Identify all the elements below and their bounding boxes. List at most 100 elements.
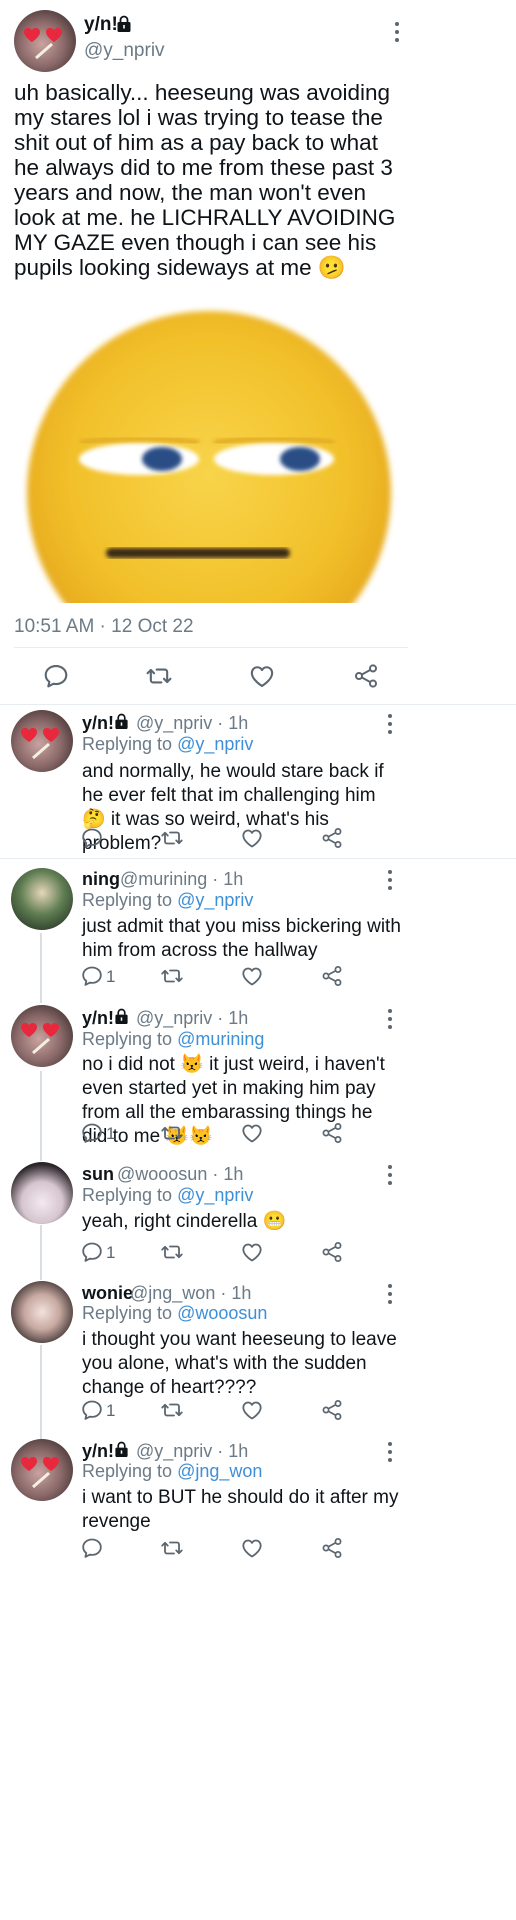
lock-icon xyxy=(116,15,132,33)
more-icon[interactable] xyxy=(388,870,392,894)
replying-to-handle[interactable]: @murining xyxy=(177,1029,264,1049)
replying-to-label: Replying to xyxy=(82,890,178,910)
display-name[interactable]: y/n! xyxy=(84,14,118,36)
display-name[interactable]: sun xyxy=(82,1164,114,1185)
retweet-icon[interactable] xyxy=(160,1536,184,1560)
heart-glasses-decoration xyxy=(24,27,62,60)
divider xyxy=(14,647,408,648)
share-icon[interactable] xyxy=(320,1240,344,1264)
replying-to-handle[interactable]: @y_npriv xyxy=(177,734,253,754)
share-icon[interactable] xyxy=(320,964,344,988)
reply-text: i thought you want heeseung to leave you… xyxy=(82,1329,397,1398)
reply-icon[interactable] xyxy=(80,826,104,850)
heart-glasses-decoration xyxy=(21,1022,59,1055)
replying-to-line: Replying to @y_npriv xyxy=(82,734,253,755)
more-icon[interactable] xyxy=(388,1009,392,1033)
lock-icon xyxy=(114,1008,129,1025)
reply-text: yeah, right cinderella 😬 xyxy=(82,1211,287,1232)
replying-to-line: Replying to @y_npriv xyxy=(82,890,253,911)
retweet-icon[interactable] xyxy=(160,1121,184,1145)
more-icon[interactable] xyxy=(388,1442,392,1466)
heart-glasses-decoration xyxy=(21,1456,59,1489)
reply-icon[interactable] xyxy=(42,662,70,690)
replying-to-line: Replying to @y_npriv xyxy=(82,1185,253,1206)
replying-to-label: Replying to xyxy=(82,1461,178,1481)
avatar[interactable] xyxy=(11,1162,73,1224)
like-icon[interactable] xyxy=(240,1398,264,1422)
replying-to-line: Replying to @wooosun xyxy=(82,1303,267,1324)
display-name[interactable]: y/n! xyxy=(82,1441,114,1462)
lock-icon xyxy=(114,1441,129,1458)
handle-time[interactable]: @jng_won · 1h xyxy=(130,1283,251,1304)
replying-to-handle[interactable]: @wooosun xyxy=(177,1303,267,1323)
reply-icon[interactable] xyxy=(80,1121,104,1145)
more-icon[interactable] xyxy=(395,22,399,46)
avatar[interactable] xyxy=(14,10,76,72)
avatar[interactable] xyxy=(11,868,73,930)
retweet-icon[interactable] xyxy=(160,1240,184,1264)
display-name[interactable]: ning xyxy=(82,869,120,890)
divider xyxy=(0,704,516,705)
thread-line xyxy=(40,1225,42,1280)
avatar[interactable] xyxy=(11,1281,73,1343)
reply-text: i want to BUT he should do it after my r… xyxy=(82,1487,399,1532)
reply-count: 1 xyxy=(106,1243,116,1262)
share-icon[interactable] xyxy=(352,662,380,690)
share-icon[interactable] xyxy=(320,1121,344,1145)
retweet-icon[interactable] xyxy=(160,964,184,988)
reply-count: 1 xyxy=(106,967,116,986)
heart-glasses-decoration xyxy=(21,727,59,760)
avatar[interactable] xyxy=(11,1005,73,1067)
reply-count: 1 xyxy=(106,1401,116,1420)
handle-time[interactable]: @y_npriv · 1h xyxy=(136,1441,248,1462)
display-name[interactable]: y/n! xyxy=(82,713,114,734)
replying-to-line: Replying to @murining xyxy=(82,1029,264,1050)
share-icon[interactable] xyxy=(320,1398,344,1422)
reply-text: just admit that you miss bickering with … xyxy=(82,916,401,961)
more-icon[interactable] xyxy=(388,1165,392,1189)
divider xyxy=(0,858,516,859)
replying-to-label: Replying to xyxy=(82,734,178,754)
replying-to-label: Replying to xyxy=(82,1303,178,1323)
reply-icon[interactable] xyxy=(80,964,104,988)
handle[interactable]: @y_npriv xyxy=(84,40,165,62)
thread-line xyxy=(40,933,42,1003)
handle-time[interactable]: @wooosun · 1h xyxy=(117,1164,243,1185)
lock-icon xyxy=(114,713,129,730)
replying-to-line: Replying to @jng_won xyxy=(82,1461,262,1482)
tweet-image[interactable] xyxy=(14,293,408,603)
reply-icon[interactable] xyxy=(80,1240,104,1264)
blank-area xyxy=(0,1566,516,1920)
more-icon[interactable] xyxy=(388,714,392,738)
side-eye-emoji-icon xyxy=(27,311,391,603)
replying-to-handle[interactable]: @jng_won xyxy=(177,1461,262,1481)
replying-to-handle[interactable]: @y_npriv xyxy=(177,890,253,910)
avatar[interactable] xyxy=(11,710,73,772)
like-icon[interactable] xyxy=(240,826,264,850)
reply-count: 1 xyxy=(106,1124,116,1143)
tweet-timestamp: 10:51 AM · 12 Oct 22 xyxy=(14,616,194,637)
like-icon[interactable] xyxy=(240,1536,264,1560)
like-icon[interactable] xyxy=(248,662,276,690)
tweet-text: uh basically... heeseung was avoiding my… xyxy=(14,80,396,280)
display-name[interactable]: y/n! xyxy=(82,1008,114,1029)
avatar[interactable] xyxy=(11,1439,73,1501)
like-icon[interactable] xyxy=(240,1240,264,1264)
share-icon[interactable] xyxy=(320,826,344,850)
like-icon[interactable] xyxy=(240,964,264,988)
handle-time[interactable]: @y_npriv · 1h xyxy=(136,1008,248,1029)
display-name[interactable]: wonie xyxy=(82,1283,133,1304)
handle-time[interactable]: @murining · 1h xyxy=(120,869,243,890)
replying-to-handle[interactable]: @y_npriv xyxy=(177,1185,253,1205)
reply-icon[interactable] xyxy=(80,1536,104,1560)
reply-icon[interactable] xyxy=(80,1398,104,1422)
retweet-icon[interactable] xyxy=(160,826,184,850)
replying-to-label: Replying to xyxy=(82,1029,178,1049)
share-icon[interactable] xyxy=(320,1536,344,1560)
replying-to-label: Replying to xyxy=(82,1185,178,1205)
retweet-icon[interactable] xyxy=(160,1398,184,1422)
retweet-icon[interactable] xyxy=(145,662,173,690)
like-icon[interactable] xyxy=(240,1121,264,1145)
handle-time[interactable]: @y_npriv · 1h xyxy=(136,713,248,734)
more-icon[interactable] xyxy=(388,1284,392,1308)
